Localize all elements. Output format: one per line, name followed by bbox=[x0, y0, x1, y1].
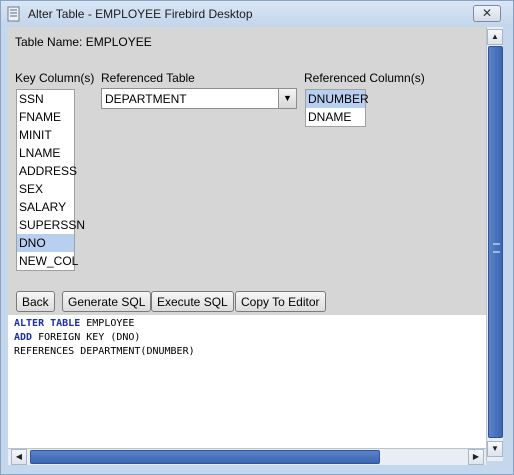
referenced-table-combo[interactable]: DEPARTMENT ▼ bbox=[101, 88, 297, 109]
scroll-left-icon[interactable]: ◀ bbox=[11, 449, 27, 465]
referenced-table-label: Referenced Table bbox=[101, 71, 195, 85]
close-button[interactable]: ✕ bbox=[473, 5, 501, 22]
list-item[interactable]: FNAME bbox=[17, 108, 74, 126]
table-name-label: Table Name: EMPLOYEE bbox=[15, 35, 152, 49]
sql-text: EMPLOYEE bbox=[80, 318, 135, 329]
list-item[interactable]: SUPERSSN bbox=[17, 216, 85, 234]
referenced-table-value: DEPARTMENT bbox=[105, 92, 187, 106]
referenced-columns-list[interactable]: DNUMBER DNAME bbox=[305, 89, 369, 127]
list-item[interactable]: DNAME bbox=[306, 108, 365, 126]
list-item[interactable]: SALARY bbox=[17, 198, 74, 216]
copy-to-editor-button[interactable]: Copy To Editor bbox=[235, 291, 326, 312]
list-item[interactable]: MINIT bbox=[17, 126, 74, 144]
alter-table-window: Alter Table - EMPLOYEE Firebird Desktop … bbox=[0, 0, 514, 475]
title-bar[interactable]: Alter Table - EMPLOYEE Firebird Desktop … bbox=[1, 1, 513, 27]
close-icon: ✕ bbox=[481, 6, 493, 20]
sql-line: REFERENCES DEPARTMENT(DNUMBER) bbox=[14, 346, 195, 357]
sql-line: ADD FOREIGN KEY (DNO) bbox=[14, 332, 140, 343]
key-columns-list[interactable]: SSN FNAME MINIT LNAME ADDRESS SEX SALARY SUPERS… bbox=[16, 89, 85, 271]
vertical-scrollbar[interactable]: ▲ ▼ bbox=[486, 27, 503, 461]
firebird-app-icon bbox=[7, 6, 20, 22]
list-item[interactable]: DNUMBER bbox=[306, 90, 369, 108]
list-item[interactable]: NEW_COL bbox=[17, 252, 78, 270]
list-item[interactable]: LNAME bbox=[17, 144, 74, 162]
content-panel: Table Name: EMPLOYEE Key Column(s) Refer… bbox=[8, 27, 486, 448]
scroll-down-icon[interactable]: ▼ bbox=[487, 441, 503, 457]
chevron-down-icon[interactable]: ▼ bbox=[278, 89, 296, 108]
grip-icon bbox=[493, 243, 500, 253]
key-columns-label: Key Column(s) bbox=[15, 71, 95, 85]
list-item[interactable]: SSN bbox=[17, 90, 74, 108]
sql-editor[interactable]: ALTER TABLE EMPLOYEE ADD FOREIGN KEY (DN… bbox=[8, 315, 486, 448]
sql-text: FOREIGN KEY (DNO) bbox=[32, 332, 141, 343]
sql-keyword: ALTER TABLE bbox=[14, 318, 81, 329]
horizontal-scrollbar[interactable]: ◀ ▶ bbox=[8, 448, 486, 465]
list-item[interactable]: SEX bbox=[17, 180, 74, 198]
back-button[interactable]: Back bbox=[16, 291, 55, 312]
sql-keyword: ADD bbox=[14, 332, 33, 343]
sql-line: ALTER TABLE EMPLOYEE bbox=[14, 318, 134, 329]
scroll-right-icon[interactable]: ▶ bbox=[468, 449, 484, 465]
referenced-columns-label: Referenced Column(s) bbox=[304, 71, 425, 85]
horizontal-scroll-thumb[interactable] bbox=[30, 450, 380, 464]
vertical-scroll-thumb[interactable] bbox=[488, 46, 503, 438]
execute-sql-button[interactable]: Execute SQL bbox=[151, 291, 234, 312]
generate-sql-button[interactable]: Generate SQL bbox=[62, 291, 152, 312]
list-item[interactable]: DNO bbox=[17, 234, 74, 252]
scroll-up-icon[interactable]: ▲ bbox=[487, 29, 503, 45]
list-item[interactable]: ADDRESS bbox=[17, 162, 77, 180]
window-title: Alter Table - EMPLOYEE Firebird Desktop bbox=[28, 7, 253, 21]
